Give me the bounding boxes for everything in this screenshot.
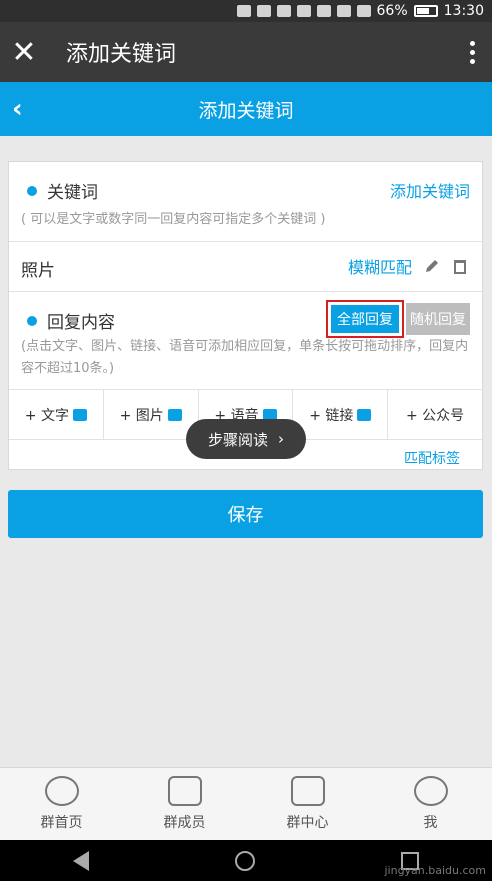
- keyword-hint: ( 可以是文字或数字同一回复内容可指定多个关键词 ): [21, 212, 326, 227]
- add-official-account-label: + 公众号: [405, 407, 465, 424]
- page-title: 添加关键词: [198, 99, 294, 122]
- android-nav-bar: jingyan.baidu.com: [0, 840, 492, 881]
- window-title: 添加关键词: [66, 42, 177, 67]
- add-text-label: + 文字: [24, 407, 69, 424]
- back-icon[interactable]: ‹: [12, 94, 23, 124]
- members-icon: [167, 776, 202, 806]
- wifi-icon: [316, 5, 331, 17]
- back-triangle-icon[interactable]: [73, 850, 89, 871]
- app-titlebar: ✕ 添加关键词: [0, 22, 492, 82]
- signal-icon-2: [356, 5, 371, 17]
- home-circle-icon[interactable]: [235, 850, 255, 871]
- highlight-box: 全部回复: [326, 300, 404, 338]
- bullet-dot: [27, 315, 37, 326]
- add-image-label: + 图片: [119, 407, 164, 424]
- tab-label: 我: [423, 815, 438, 831]
- headphone-icon: [236, 5, 251, 17]
- tooltip-label: 步骤阅读: [207, 430, 268, 449]
- add-official-account-button[interactable]: + 公众号: [388, 390, 482, 439]
- tab-group-members[interactable]: 群成员: [123, 768, 246, 840]
- step-read-tooltip[interactable]: 步骤阅读 ›: [186, 419, 306, 459]
- reply-label: 回复内容: [47, 313, 115, 333]
- eye-icon: [296, 5, 311, 17]
- chevron-right-icon: ›: [278, 430, 284, 448]
- page-header: ‹ 添加关键词: [0, 82, 492, 136]
- reply-hint: (点击文字、图片、链接、语音可添加相应回复，单条长按可拖动排序，回复内容不超过1…: [21, 339, 469, 376]
- match-mode-link[interactable]: 模糊匹配: [348, 254, 412, 278]
- signal-icon: [336, 5, 351, 17]
- keyword-label: 关键词: [47, 183, 98, 203]
- edit-icon[interactable]: [424, 258, 440, 274]
- reply-all-button[interactable]: 全部回复: [331, 305, 399, 333]
- close-icon[interactable]: ✕: [0, 22, 48, 82]
- keyword-item-row[interactable]: 照片 模糊匹配: [9, 242, 482, 292]
- person-icon: [413, 776, 448, 806]
- more-icon[interactable]: [452, 22, 492, 82]
- tab-label: 群首页: [40, 815, 83, 831]
- add-keyword-link[interactable]: 添加关键词: [390, 178, 470, 202]
- random-reply-button[interactable]: 随机回复: [406, 303, 470, 335]
- link-icon: [357, 408, 372, 421]
- pencil-icon: [72, 408, 87, 421]
- tab-me[interactable]: 我: [369, 768, 492, 840]
- reply-content-row: 回复内容 全部回复 随机回复 (点击文字、图片、链接、语音可添加相应回复，单条长…: [9, 292, 482, 390]
- star-icon: [44, 776, 79, 806]
- bottom-tab-bar: 群首页 群成员 群中心 我: [0, 767, 492, 840]
- match-tag-link[interactable]: 匹配标签: [404, 448, 460, 468]
- add-text-button[interactable]: + 文字: [9, 390, 104, 439]
- add-link-button[interactable]: + 链接: [293, 390, 389, 439]
- add-link-label: + 链接: [309, 407, 354, 424]
- tab-group-home[interactable]: 群首页: [0, 768, 123, 840]
- image-icon: [167, 408, 182, 421]
- delete-icon[interactable]: [452, 258, 468, 274]
- watermark: jingyan.baidu.com: [384, 864, 486, 877]
- house-icon: [290, 776, 325, 806]
- clock: 13:30: [443, 3, 484, 19]
- tab-label: 群中心: [286, 815, 329, 831]
- battery-icon: [413, 5, 438, 17]
- mute-icon: [256, 5, 271, 17]
- tab-group-center[interactable]: 群中心: [246, 768, 369, 840]
- save-button[interactable]: 保存: [8, 490, 483, 538]
- status-bar: 66% 13:30: [0, 0, 492, 22]
- alarm-icon: [276, 5, 291, 17]
- keyword-item-label: 照片: [21, 261, 55, 281]
- keyword-row: 关键词 添加关键词 ( 可以是文字或数字同一回复内容可指定多个关键词 ): [9, 162, 482, 242]
- bullet-dot: [27, 185, 37, 196]
- add-image-button[interactable]: + 图片: [104, 390, 199, 439]
- tab-label: 群成员: [163, 815, 206, 831]
- battery-percent: 66%: [376, 3, 408, 19]
